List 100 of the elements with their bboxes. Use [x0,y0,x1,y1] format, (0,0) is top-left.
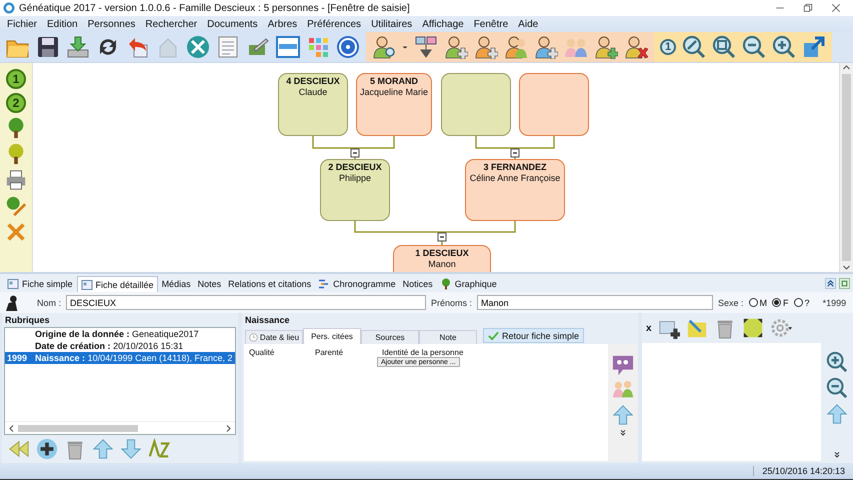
close-icon[interactable] [831,3,841,13]
person-card[interactable]: 1 DESCIEUX Manon [393,245,491,272]
tree-filter-icon[interactable] [414,35,438,59]
image-fit-icon[interactable] [742,317,764,339]
tab[interactable]: Médias [158,276,194,292]
caret-icon[interactable] [402,44,408,50]
horizontal-scrollbar[interactable] [5,421,235,434]
download-icon[interactable] [66,35,90,59]
arrow-up-icon[interactable] [92,438,114,460]
quote-icon[interactable] [612,354,634,376]
person-add-icon[interactable] [534,35,558,59]
zoom-all-icon[interactable] [712,35,736,59]
person-search-icon[interactable] [372,35,396,59]
person-add-icon[interactable] [474,35,498,59]
expand-arrow-icon[interactable] [802,35,826,59]
image-edit-icon[interactable] [686,317,708,339]
tree-edit-icon[interactable] [5,195,27,217]
sex-label: Sexe : [718,298,744,308]
person-given-name: Jacqueline Marie [360,87,428,98]
timeline-icon [318,278,330,290]
tree-icon [440,278,452,290]
generation-button[interactable]: 2 [6,93,26,113]
menu-item[interactable]: Affichage [422,18,464,30]
collapse-icon[interactable] [510,148,520,158]
scroll-up-icon[interactable] [842,63,851,72]
document-icon[interactable] [216,35,240,59]
sub-tab[interactable]: Note [419,330,477,344]
scroll-down-icon[interactable] [842,263,851,272]
restore-icon[interactable] [803,3,813,13]
person-card[interactable] [441,73,511,136]
surname-field[interactable]: DESCIEUX [66,295,426,310]
tab[interactable]: Chronogramme [315,276,399,292]
tab[interactable]: Notices [400,276,436,292]
list-icon[interactable] [276,35,300,59]
list-row[interactable]: Date de création : 20/10/2016 15:31 [5,340,235,352]
menu-item[interactable]: Rechercher [145,18,198,30]
printer-icon[interactable] [5,169,27,191]
menu-item[interactable]: Documents [207,18,258,30]
tab[interactable]: Notes [194,276,224,292]
tab[interactable]: Fiche simple [4,276,76,292]
menu-item[interactable]: Fenêtre [474,18,508,30]
menu-item[interactable]: Aide [518,18,538,30]
panel-title: Naissance [244,314,291,327]
person-card[interactable]: 3 FERNANDEZ Céline Anne Françoise [465,159,565,221]
collapse-panel-icon[interactable] [825,278,836,288]
scroll-left-icon[interactable] [7,424,16,432]
double-chevron-icon[interactable] [619,429,627,437]
person-card[interactable] [519,73,589,136]
scrollbar[interactable] [839,63,853,272]
maximize-panel-icon[interactable] [839,278,850,288]
save-icon[interactable] [36,35,60,59]
status-datetime: 25/10/2016 14:20:13 [753,466,853,476]
zoom-out-icon[interactable] [826,377,848,399]
zoom-one-button[interactable]: 1 [660,39,676,55]
sort-icon[interactable] [148,438,170,460]
zoom-fit-icon[interactable] [682,35,706,59]
person-card[interactable]: 2 DESCIEUX Philippe [320,159,390,221]
color-grid-icon[interactable] [306,35,330,59]
tab[interactable]: Fiche détaillée [76,276,158,292]
list-row[interactable]: 1999 Naissance : 10/04/1999 Caen (14118), France, 2 [5,352,235,364]
menu-item[interactable]: Personnes [88,18,136,30]
person-card[interactable]: 5 MORAND Jacqueline Marie [356,73,432,136]
rewind-icon[interactable] [8,438,30,460]
sub-tab[interactable]: Sources [361,330,419,344]
person-plus-icon[interactable] [594,35,618,59]
person-delete-icon[interactable] [624,35,648,59]
person-card[interactable]: 4 DESCIEUX Claude [278,73,348,136]
menu-item[interactable]: Arbres [268,18,298,30]
column-header: Qualité [249,348,276,357]
back-button[interactable]: Retour fiche simple [483,328,584,343]
menu-item[interactable]: Utilitaires [371,18,412,30]
collapse-icon[interactable] [438,232,446,242]
card-icon [80,278,93,290]
person-surname: 5 MORAND [370,76,418,87]
list-row[interactable]: Origine de la donnée : Geneatique2017 [5,328,235,340]
tab[interactable]: Relations et citations [225,276,314,292]
arrow-up-icon[interactable] [826,403,848,425]
arrow-down-icon[interactable] [120,438,142,460]
person-given-name: Céline Anne Françoise [470,173,560,184]
menu-item[interactable]: Fichier [7,18,38,30]
person-surname: 2 DESCIEUX [328,162,382,173]
person-add-icon[interactable] [444,35,468,59]
tab[interactable]: Graphique [436,276,500,292]
person-surname: 3 FERNANDEZ [483,162,546,173]
sub-tab[interactable]: Pers. citées [303,328,361,344]
close-media-button[interactable]: x [646,322,652,334]
panel-title: Rubriques [4,314,51,327]
given-names-field[interactable]: Manon [477,295,714,310]
sex-radio[interactable]: M [748,298,768,308]
menu-item[interactable]: Edition [47,18,78,30]
collapse-icon[interactable] [350,148,360,158]
add-icon[interactable] [36,438,58,460]
generation-button[interactable]: 1 [6,69,26,89]
sub-tab[interactable]: Date & lieu [245,330,303,344]
scroll-right-icon[interactable] [224,424,233,432]
double-chevron-icon[interactable] [833,451,841,459]
zoom-in-icon[interactable] [826,351,848,373]
zoom-out-icon[interactable] [742,35,766,59]
zoom-in-icon[interactable] [772,35,796,59]
menu-item[interactable]: Préférences [307,18,362,30]
